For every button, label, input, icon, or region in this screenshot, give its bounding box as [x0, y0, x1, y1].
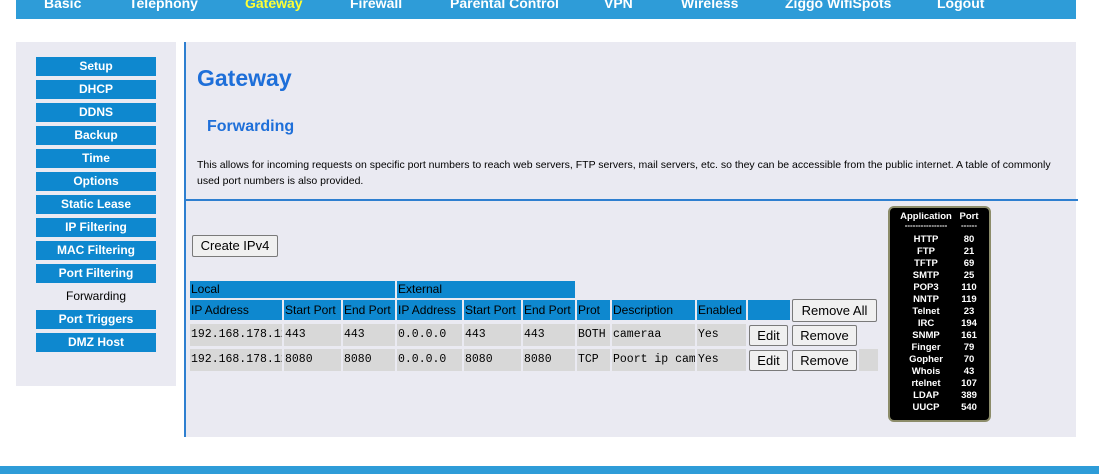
column-header-external-ip: IP Address	[397, 300, 462, 320]
column-header-local-ip: IP Address	[190, 300, 282, 320]
port-app-name: HTTP	[913, 234, 939, 245]
column-header-external-start-port: Start Port	[464, 300, 521, 320]
table-cell: 192.168.178.12	[190, 349, 282, 371]
port-number: 21	[963, 246, 975, 257]
nav-basic[interactable]: Basic	[44, 0, 81, 12]
column-header-edit	[748, 300, 790, 320]
port-app-name: SMTP	[912, 270, 940, 281]
nav-gateway[interactable]: Gateway	[245, 0, 303, 12]
sidebar-item-options[interactable]: Options	[36, 172, 156, 191]
port-app-name: Finger	[911, 342, 941, 353]
port-app-name: TFTP	[914, 258, 938, 269]
column-header-local-start-port: Start Port	[284, 300, 341, 320]
column-header-external-end-port: End Port	[523, 300, 575, 320]
table-cell: 443	[523, 324, 575, 346]
table-cell: Yes	[697, 324, 746, 346]
port-number: 80	[963, 234, 975, 245]
table-cell: Poort ip camera	[612, 349, 695, 371]
table-cell: 443	[284, 324, 341, 346]
port-number: 25	[963, 270, 975, 281]
port-app-name: UUCP	[912, 402, 940, 413]
edit-button[interactable]: Edit	[749, 350, 788, 371]
table-cell: 8080	[523, 349, 575, 371]
sidebar-item-mac-filtering[interactable]: MAC Filtering	[36, 241, 156, 260]
footer-bar	[0, 466, 1099, 474]
port-app-name: SNMP	[912, 330, 940, 341]
section-description: This allows for incoming requests on spe…	[197, 159, 1051, 187]
port-app-name: NNTP	[913, 294, 939, 305]
remove-button[interactable]: Remove	[792, 325, 857, 346]
port-table-divider: ------	[961, 222, 977, 230]
port-number: 43	[963, 366, 975, 377]
sidebar-item-ip-filtering[interactable]: IP Filtering	[36, 218, 156, 237]
table-cell: Yes	[697, 349, 746, 371]
port-app-name: LDAP	[913, 390, 939, 401]
table-cell: 8080	[464, 349, 521, 371]
table-cell: 192.168.178.12	[190, 324, 282, 346]
table-cell	[859, 349, 878, 371]
port-number: 70	[963, 354, 975, 365]
sidebar-item-forwarding[interactable]: Forwarding	[36, 287, 156, 306]
port-app-name: Telnet	[912, 306, 940, 317]
edit-button[interactable]: Edit	[749, 325, 788, 346]
table-cell: 8080	[284, 349, 341, 371]
nav-firewall[interactable]: Firewall	[350, 0, 402, 12]
port-number: 79	[963, 342, 975, 353]
column-header-local-end-port: End Port	[343, 300, 395, 320]
sidebar-item-backup[interactable]: Backup	[36, 126, 156, 145]
sidebar-item-time[interactable]: Time	[36, 149, 156, 168]
table-cell: 0.0.0.0	[397, 324, 462, 346]
nav-ziggo-wifispots[interactable]: Ziggo WifiSpots	[785, 0, 891, 12]
remove-button[interactable]: Remove	[792, 350, 857, 371]
sidebar-item-setup[interactable]: Setup	[36, 57, 156, 76]
table-cell: 443	[464, 324, 521, 346]
nav-telephony[interactable]: Telephony	[129, 0, 198, 12]
table-cell: 0.0.0.0	[397, 349, 462, 371]
column-header-protocol: Prot	[577, 300, 610, 320]
nav-parental-control[interactable]: Parental Control	[450, 0, 559, 12]
port-table-divider: ----------------	[904, 222, 948, 230]
nav-logout[interactable]: Logout	[937, 0, 984, 12]
table-cell: cameraa	[612, 324, 695, 346]
nav-wireless[interactable]: Wireless	[681, 0, 738, 12]
port-number: 161	[961, 330, 977, 341]
section-title: Forwarding	[207, 118, 295, 135]
page-title: Gateway	[197, 65, 292, 91]
port-app-name: POP3	[913, 282, 939, 293]
port-app-name: Whois	[911, 366, 941, 377]
column-header-description: Description	[612, 300, 695, 320]
common-ports-table: Application Port ---------------- ------ H…	[888, 206, 991, 422]
sidebar-item-port-triggers[interactable]: Port Triggers	[36, 310, 156, 329]
local-group-header: Local	[190, 281, 395, 298]
table-cell: 8080	[343, 349, 395, 371]
table-cell: BOTH	[577, 324, 610, 346]
create-ipv4-button[interactable]: Create IPv4	[192, 235, 278, 257]
external-group-header: External	[397, 281, 575, 298]
sidebar-item-port-filtering[interactable]: Port Filtering	[36, 264, 156, 283]
port-number: 540	[961, 402, 977, 413]
section-divider	[186, 199, 1078, 201]
port-number: 110	[961, 282, 977, 293]
port-number: 69	[963, 258, 975, 269]
port-app-name: rtelnet	[911, 378, 941, 389]
sidebar: Setup DHCP DDNS Backup Time Options Stat…	[16, 42, 176, 386]
port-number: 389	[961, 390, 977, 401]
sidebar-item-static-lease[interactable]: Static Lease	[36, 195, 156, 214]
table-cell: 443	[343, 324, 395, 346]
table-cell: TCP	[577, 349, 610, 371]
port-number: 119	[961, 294, 977, 305]
nav-vpn[interactable]: VPN	[604, 0, 633, 12]
port-number: 194	[961, 318, 977, 329]
port-app-name: FTP	[917, 246, 935, 257]
port-app-name: IRC	[917, 318, 935, 329]
sidebar-item-dmz-host[interactable]: DMZ Host	[36, 333, 156, 352]
port-number: 23	[963, 306, 975, 317]
port-app-name: Gopher	[909, 354, 943, 365]
port-number: 107	[961, 378, 977, 389]
top-navigation-bar: Basic Telephony Gateway Firewall Parenta…	[16, 0, 1076, 19]
remove-all-button[interactable]: Remove All	[792, 299, 877, 322]
sidebar-item-dhcp[interactable]: DHCP	[36, 80, 156, 99]
sidebar-item-ddns[interactable]: DDNS	[36, 103, 156, 122]
column-header-enabled: Enabled	[697, 300, 746, 320]
